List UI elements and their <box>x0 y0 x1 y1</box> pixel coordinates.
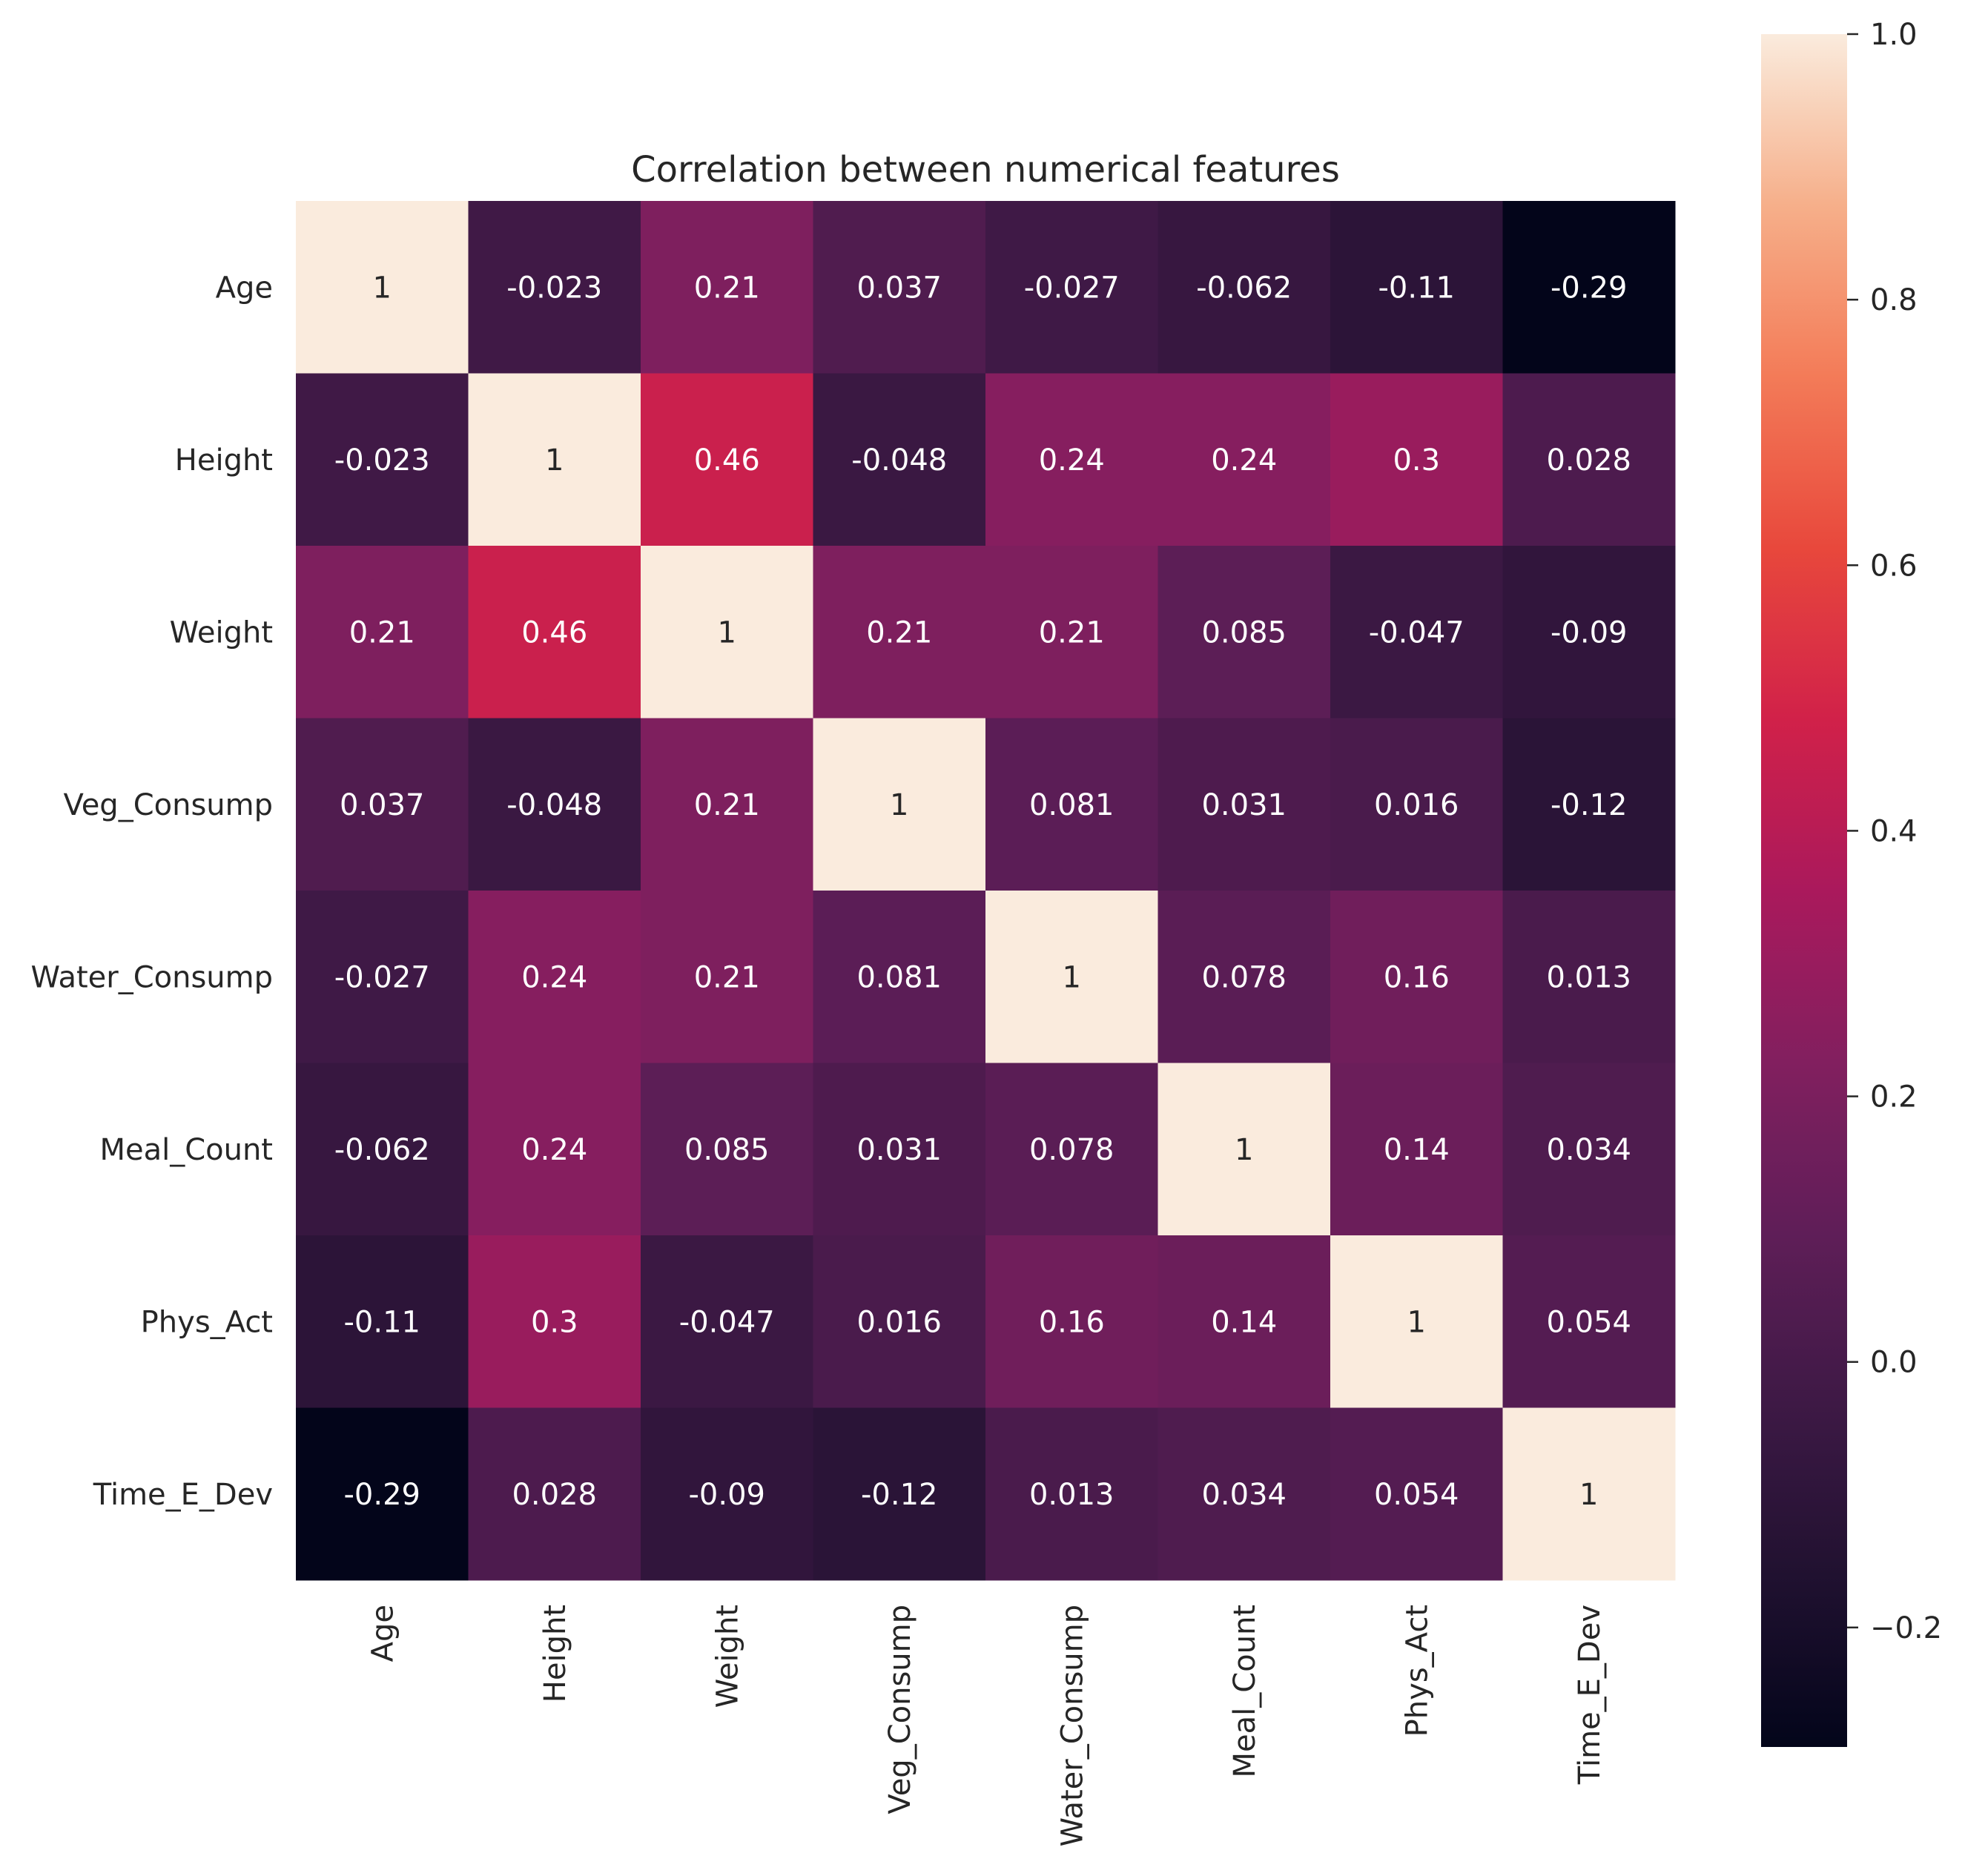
heatmap-cell-label: 0.14 <box>1211 1305 1277 1339</box>
heatmap-cell-label: 1 <box>1407 1305 1426 1339</box>
x-tick-label: Height <box>538 1605 572 1702</box>
heatmap-cell-label: 0.081 <box>856 960 942 994</box>
heatmap-cell-label: 0.16 <box>1039 1305 1105 1339</box>
y-tick-label: Age <box>216 271 273 305</box>
x-tick-label: Water_Consump <box>1055 1605 1089 1847</box>
heatmap-cell-label: 0.46 <box>694 443 760 478</box>
heatmap-cell-label: 1 <box>890 788 908 822</box>
colorbar-tick-label: 0.4 <box>1870 814 1918 848</box>
heatmap-cell-label: -0.062 <box>1196 271 1292 305</box>
colorbar-tick-label: 0.8 <box>1870 283 1918 317</box>
heatmap-cell-label: -0.12 <box>861 1478 938 1512</box>
heatmap-cell-label: -0.09 <box>689 1478 766 1512</box>
heatmap-cell-label: 1 <box>1579 1478 1598 1512</box>
x-tick-label: Age <box>366 1605 400 1662</box>
x-tick-label: Meal_Count <box>1228 1605 1262 1778</box>
heatmap-cell-label: 0.21 <box>694 271 760 305</box>
heatmap-cell-label: 0.054 <box>1374 1478 1459 1512</box>
colorbar: 1.0 0.8 0.6 0.4 0.2 0.0 −0.2 <box>1761 18 1942 1747</box>
heatmap-cell-label: -0.11 <box>344 1305 421 1339</box>
y-tick-label: Water_Consump <box>30 960 273 994</box>
heatmap-cell-label: -0.29 <box>1550 271 1628 305</box>
heatmap-cell-label: 0.028 <box>1546 443 1631 478</box>
heatmap-cell-label: 0.016 <box>856 1305 942 1339</box>
x-axis-tick-labels: Age Height Weight Veg_Consump Water_Consump M… <box>366 1605 1607 1847</box>
heatmap-cell-label: -0.048 <box>506 788 602 822</box>
heatmap-cell-label: 0.016 <box>1374 788 1459 822</box>
heatmap-cell-label: -0.027 <box>1024 271 1120 305</box>
heatmap-cell-label: -0.062 <box>334 1133 430 1167</box>
heatmap-cell-label: 0.013 <box>1546 960 1631 994</box>
colorbar-ticks: 1.0 0.8 0.6 0.4 0.2 0.0 −0.2 <box>1847 18 1942 1645</box>
heatmap-cell-label: 1 <box>1235 1133 1253 1167</box>
heatmap-cell-label: 1 <box>1063 960 1081 994</box>
heatmap-cell-label: 0.078 <box>1201 960 1287 994</box>
heatmap-cell-label: -0.12 <box>1550 788 1628 822</box>
heatmap-cell-label: 1 <box>373 271 392 305</box>
colorbar-gradient <box>1761 34 1847 1747</box>
colorbar-tick-label: −0.2 <box>1870 1611 1942 1645</box>
heatmap-cell-label: 0.21 <box>1039 615 1105 650</box>
heatmap-cell-label: 0.3 <box>1393 443 1440 478</box>
heatmap-cell-label: 0.054 <box>1546 1305 1631 1339</box>
y-tick-label: Veg_Consump <box>63 788 273 822</box>
y-axis-tick-labels: Age Height Weight Veg_Consump Water_Consump M… <box>30 271 273 1512</box>
heatmap-cell-label: 0.031 <box>1201 788 1287 822</box>
heatmap-cell-label: 0.24 <box>1039 443 1105 478</box>
heatmap-cell-label: 0.3 <box>531 1305 578 1339</box>
colorbar-tick-label: 0.2 <box>1870 1080 1918 1114</box>
heatmap-cell-label: 0.081 <box>1029 788 1114 822</box>
heatmap-chart: Correlation between numerical features 1… <box>30 18 1942 1847</box>
colorbar-tick-label: 1.0 <box>1870 18 1918 52</box>
x-tick-label: Phys_Act <box>1400 1605 1434 1737</box>
heatmap-cell-label: 0.078 <box>1029 1133 1114 1167</box>
y-tick-label: Phys_Act <box>141 1305 273 1339</box>
heatmap-cell-label: 0.24 <box>521 960 587 994</box>
x-tick-label: Weight <box>710 1605 744 1708</box>
heatmap-cell-label: -0.047 <box>1369 615 1464 650</box>
heatmap-cell-label: 0.085 <box>684 1133 770 1167</box>
y-tick-label: Time_E_Dev <box>93 1478 273 1512</box>
heatmap-cell-label: -0.027 <box>334 960 430 994</box>
y-tick-label: Height <box>175 443 273 478</box>
heatmap-cell-label: 0.24 <box>521 1133 587 1167</box>
heatmap-cells <box>296 201 1676 1581</box>
heatmap-cell-label: 0.037 <box>340 788 425 822</box>
heatmap-cell-label: -0.09 <box>1550 615 1628 650</box>
colorbar-tick-label: 0.0 <box>1870 1346 1918 1380</box>
heatmap-cell-label: -0.023 <box>334 443 430 478</box>
heatmap-cell-label: 0.034 <box>1546 1133 1631 1167</box>
x-tick-label: Veg_Consump <box>883 1605 917 1814</box>
heatmap-cell-label: 0.21 <box>694 788 760 822</box>
heatmap-cell-label: 0.21 <box>866 615 932 650</box>
heatmap-cell-label: -0.047 <box>679 1305 775 1339</box>
heatmap-cell-label: 0.16 <box>1384 960 1450 994</box>
heatmap-cell-label: 0.037 <box>856 271 942 305</box>
heatmap-cell-label: -0.023 <box>506 271 602 305</box>
heatmap-cell-label: 0.14 <box>1384 1133 1450 1167</box>
heatmap-cell-label: 0.013 <box>1029 1478 1114 1512</box>
heatmap-cell-label: -0.29 <box>344 1478 421 1512</box>
heatmap-cell-label: 0.034 <box>1201 1478 1287 1512</box>
colorbar-tick-label: 0.6 <box>1870 549 1918 583</box>
heatmap-cell-label: 0.031 <box>856 1133 942 1167</box>
y-tick-label: Weight <box>170 615 273 650</box>
heatmap-cell-label: 0.085 <box>1201 615 1287 650</box>
heatmap-cell-label: -0.11 <box>1378 271 1456 305</box>
chart-title: Correlation between numerical features <box>631 149 1340 191</box>
heatmap-cell-label: 1 <box>718 615 736 650</box>
heatmap-cell-label: 0.21 <box>349 615 415 650</box>
heatmap-cell-label: 0.46 <box>521 615 587 650</box>
heatmap-cell-label: 1 <box>545 443 564 478</box>
heatmap-cell-label: 0.24 <box>1211 443 1277 478</box>
y-tick-label: Meal_Count <box>99 1133 273 1167</box>
heatmap-cell-label: 0.21 <box>694 960 760 994</box>
heatmap-cell-label: -0.048 <box>851 443 947 478</box>
heatmap-cell-label: 0.028 <box>512 1478 597 1512</box>
x-tick-label: Time_E_Dev <box>1573 1605 1607 1785</box>
